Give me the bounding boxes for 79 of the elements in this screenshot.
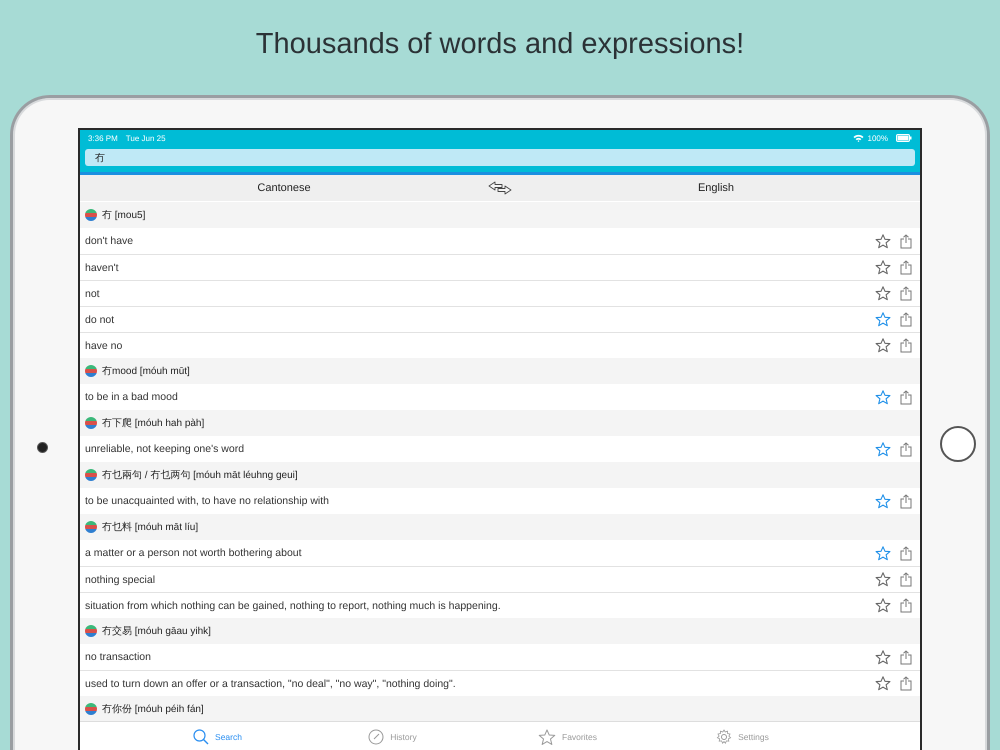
star-icon[interactable]: [875, 598, 891, 613]
compass-icon: [368, 729, 384, 745]
definition-row[interactable]: unreliable, not keeping one's word: [80, 436, 920, 462]
battery-icon: [896, 134, 912, 142]
home-button[interactable]: [940, 426, 976, 462]
swap-icon[interactable]: [488, 181, 512, 195]
headword: 冇下爬 [móuh hah pàh]: [102, 416, 204, 430]
share-icon[interactable]: [900, 572, 912, 587]
definition-row[interactable]: no transaction: [80, 644, 920, 670]
definition-row[interactable]: do not: [80, 306, 920, 332]
share-icon[interactable]: [900, 546, 912, 560]
star-icon[interactable]: [875, 234, 891, 248]
share-icon[interactable]: [900, 676, 912, 691]
share-icon[interactable]: [900, 598, 912, 613]
favorite-star-icon[interactable]: [875, 546, 891, 560]
share-icon[interactable]: [900, 338, 912, 353]
share-icon[interactable]: [900, 494, 912, 508]
round-flag-icon: [85, 625, 97, 637]
round-flag-icon: [85, 521, 97, 533]
definition-row[interactable]: to be in a bad mood: [80, 384, 920, 410]
status-date: Tue Jun 25: [126, 134, 166, 142]
share-icon[interactable]: [900, 442, 912, 456]
star-icon[interactable]: [875, 260, 891, 275]
definition-row[interactable]: not: [80, 280, 920, 306]
wifi-icon: [852, 134, 864, 142]
search-icon: [193, 729, 210, 745]
definition-text: have no: [85, 340, 124, 352]
definition-text: not: [85, 288, 101, 300]
headword: 冇乜料 [móuh māt líu]: [102, 520, 198, 534]
star-icon[interactable]: [875, 572, 891, 587]
definition-row[interactable]: a matter or a person not worth bothering about: [80, 540, 920, 566]
settings-icon: [716, 729, 732, 745]
round-flag-icon: [85, 469, 97, 481]
favorite-star-icon[interactable]: [875, 312, 891, 327]
share-icon[interactable]: [900, 650, 912, 664]
search-field[interactable]: 冇: [85, 149, 915, 166]
definition-text: to be in a bad mood: [85, 391, 179, 403]
headword: 冇mood [móuh mūt]: [102, 365, 190, 378]
star-icon: [538, 728, 556, 746]
camera-dot: [37, 442, 48, 453]
round-flag-icon: [85, 417, 97, 429]
round-flag-icon: [85, 209, 97, 221]
target-language[interactable]: English: [512, 182, 920, 194]
star-icon[interactable]: [875, 286, 891, 301]
headline: Thousands of words and expressions!: [254, 27, 746, 62]
definition-text: unreliable, not keeping one's word: [85, 443, 246, 455]
share-icon[interactable]: [900, 234, 912, 248]
headword: 冇乜兩句 / 冇乜两句 [móuh māt léuhng geui]: [102, 468, 298, 482]
definition-text: used to turn down an offer or a transaction, "no deal", "no way", "nothing doing".: [85, 678, 457, 690]
star-icon[interactable]: [875, 676, 891, 691]
round-flag-icon: [85, 365, 97, 377]
source-language[interactable]: Cantonese: [80, 182, 488, 194]
definition-text: no transaction: [85, 651, 152, 663]
definition-text: haven't: [85, 262, 120, 274]
share-icon[interactable]: [900, 260, 912, 275]
definition-text: don't have: [85, 235, 134, 247]
star-icon[interactable]: [875, 650, 891, 664]
share-icon[interactable]: [900, 286, 912, 301]
headword: 冇 [mou5]: [102, 209, 146, 222]
share-icon[interactable]: [900, 312, 912, 327]
headword: 冇交易 [móuh gāau yihk]: [102, 624, 211, 638]
definition-text: do not: [85, 314, 116, 326]
definition-text: to be unacquainted with, to have no relationship with: [85, 495, 330, 507]
definition-row[interactable]: nothing special: [80, 566, 920, 592]
star-icon[interactable]: [875, 338, 891, 353]
definition-row[interactable]: haven't: [80, 254, 920, 280]
definition-row[interactable]: don't have: [80, 228, 920, 254]
headword: 冇你份 [móuh péih fán]: [102, 703, 204, 716]
favorite-star-icon[interactable]: [875, 494, 891, 508]
definition-text: nothing special: [85, 574, 156, 586]
status-time: 3:36 PM: [88, 134, 118, 142]
round-flag-icon: [85, 703, 97, 715]
share-icon[interactable]: [900, 390, 912, 404]
definition-row[interactable]: to be unacquainted with, to have no relationship with: [80, 488, 920, 514]
favorite-star-icon[interactable]: [875, 442, 891, 456]
favorite-star-icon[interactable]: [875, 390, 891, 404]
battery-percent: 100%: [868, 134, 888, 142]
definition-text: a matter or a person not worth bothering about: [85, 547, 303, 559]
definition-text: situation from which nothing can be gained, nothing to report, nothing much is happening.: [85, 600, 502, 612]
